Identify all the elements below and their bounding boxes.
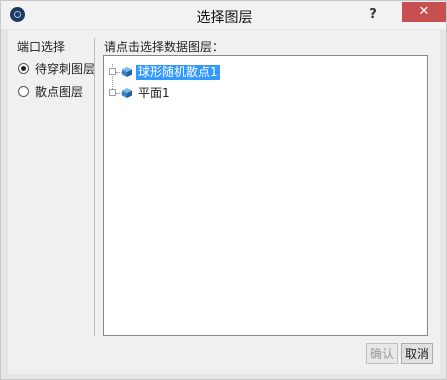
dialog-window: 选择图层 ? ✕ 端口选择 待穿刺图层 散点图层 请点击选择数据图层： 球形随机… bbox=[0, 0, 447, 380]
layer-tree[interactable]: 球形随机散点1 平面1 bbox=[103, 55, 428, 336]
expand-toggle[interactable] bbox=[109, 89, 116, 96]
radio-target-layer[interactable]: 待穿刺图层 bbox=[18, 60, 95, 77]
radio-label: 散点图层 bbox=[35, 85, 84, 99]
panel-divider bbox=[94, 38, 95, 336]
layer-cube-icon bbox=[122, 67, 132, 77]
tree-item-label[interactable]: 平面1 bbox=[136, 86, 172, 101]
title-bar[interactable]: 选择图层 ? ✕ bbox=[1, 1, 446, 29]
radio-button-checked[interactable] bbox=[18, 63, 29, 74]
radio-label: 待穿刺图层 bbox=[35, 62, 96, 76]
help-button[interactable]: ? bbox=[363, 5, 383, 25]
tree-item-label[interactable]: 球形随机散点1 bbox=[136, 65, 220, 80]
radio-scatter-layer[interactable]: 散点图层 bbox=[18, 83, 83, 100]
confirm-button[interactable]: 确认 bbox=[366, 343, 398, 364]
close-button[interactable]: ✕ bbox=[402, 2, 446, 22]
expand-toggle[interactable] bbox=[109, 68, 116, 75]
cancel-button[interactable]: 取消 bbox=[401, 343, 433, 364]
port-select-label: 端口选择 bbox=[17, 40, 66, 54]
tree-instruction: 请点击选择数据图层： bbox=[104, 40, 225, 54]
tree-item-plane[interactable]: 平面1 bbox=[104, 85, 424, 101]
radio-button[interactable] bbox=[18, 86, 29, 97]
dialog-body: 端口选择 待穿刺图层 散点图层 请点击选择数据图层： 球形随机散点1 平面1 确… bbox=[8, 30, 440, 374]
tree-item-sphere[interactable]: 球形随机散点1 bbox=[104, 64, 424, 80]
layer-cube-icon bbox=[122, 88, 132, 98]
